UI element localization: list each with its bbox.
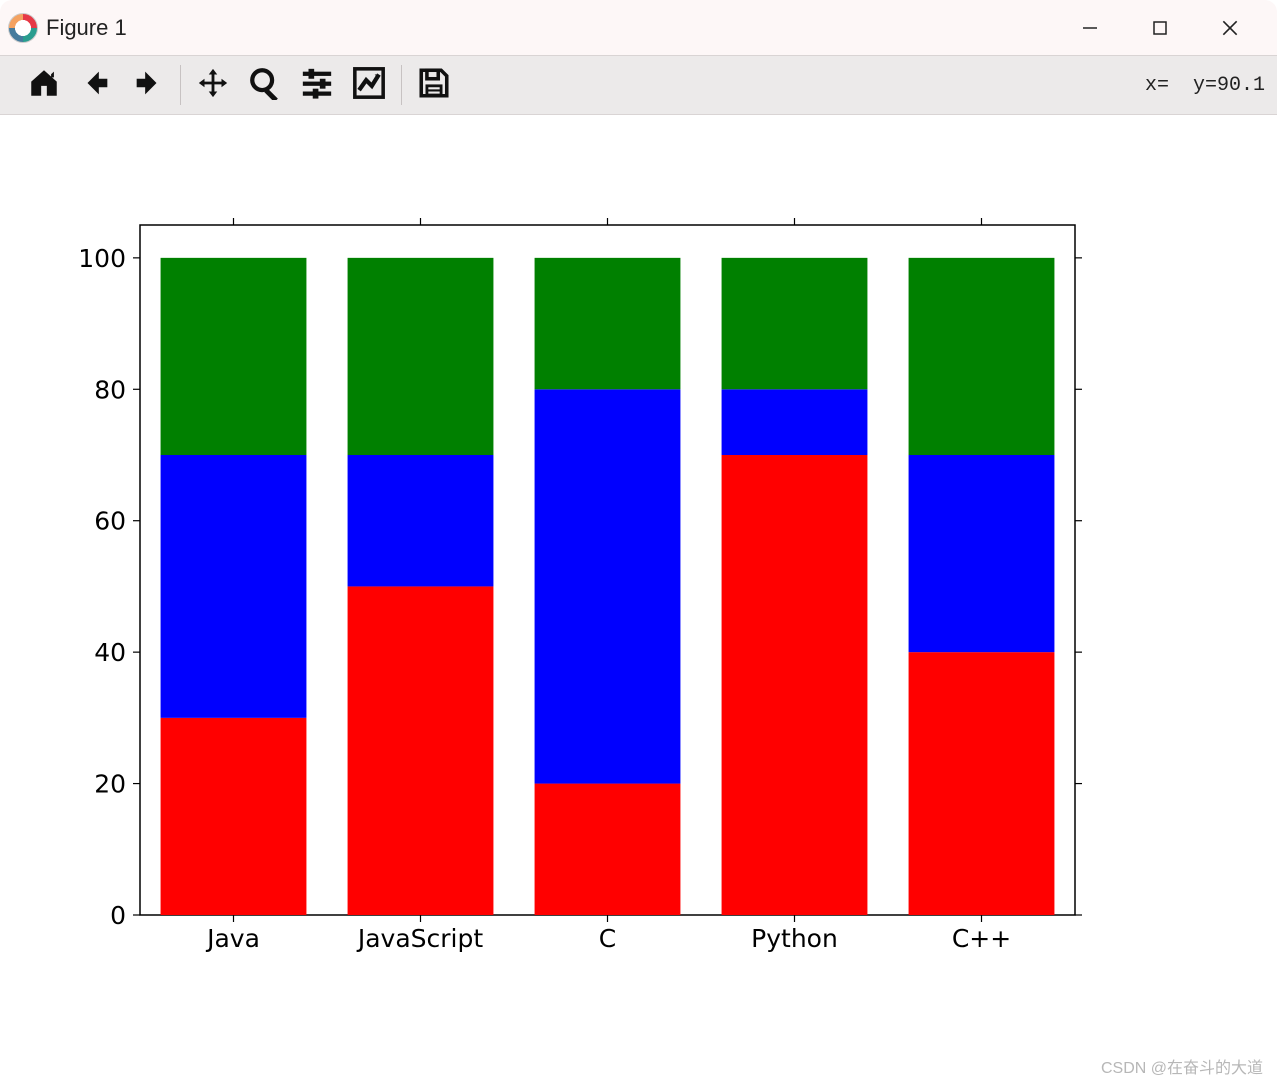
svg-text:Java: Java [205, 924, 260, 953]
toolbar-separator [180, 65, 181, 105]
arrow-right-icon [131, 66, 165, 105]
close-button[interactable] [1195, 3, 1265, 53]
save-button[interactable] [408, 62, 460, 108]
window-title: Figure 1 [46, 15, 127, 41]
svg-text:0: 0 [110, 901, 126, 930]
arrow-left-icon [79, 66, 113, 105]
zoom-button[interactable] [239, 62, 291, 108]
svg-text:Python: Python [751, 924, 838, 953]
svg-text:JavaScript: JavaScript [356, 924, 484, 953]
stacked-bar-chart: 0 20 40 60 80 100 Java JavaScript C Python C++ [0, 115, 1277, 1075]
svg-text:100: 100 [78, 244, 126, 273]
sliders-icon [300, 66, 334, 105]
maximize-button[interactable] [1125, 3, 1195, 53]
svg-text:40: 40 [94, 638, 126, 667]
toolbar: x= y=90.1 [0, 55, 1277, 115]
home-icon [27, 66, 61, 105]
toolbar-separator [401, 65, 402, 105]
coords-readout: x= y=90.1 [1145, 74, 1269, 97]
figure-canvas[interactable]: 0 20 40 60 80 100 Java JavaScript C Python C++ CSD… [0, 115, 1277, 1084]
home-button[interactable] [18, 62, 70, 108]
move-icon [196, 66, 230, 105]
save-icon [417, 66, 451, 105]
titlebar: Figure 1 [0, 0, 1277, 55]
pan-button[interactable] [187, 62, 239, 108]
svg-text:80: 80 [94, 375, 126, 404]
svg-text:C++: C++ [952, 924, 1011, 953]
forward-button[interactable] [122, 62, 174, 108]
zoom-icon [248, 66, 282, 105]
configure-button[interactable] [291, 62, 343, 108]
watermark: CSDN @在奋斗的大道 [1101, 1054, 1263, 1078]
minimize-button[interactable] [1055, 3, 1125, 53]
back-button[interactable] [70, 62, 122, 108]
chart-line-icon [352, 66, 386, 105]
edit-button[interactable] [343, 62, 395, 108]
svg-text:C: C [599, 924, 616, 953]
svg-text:60: 60 [94, 507, 126, 536]
svg-text:20: 20 [94, 770, 126, 799]
app-icon [8, 13, 38, 43]
